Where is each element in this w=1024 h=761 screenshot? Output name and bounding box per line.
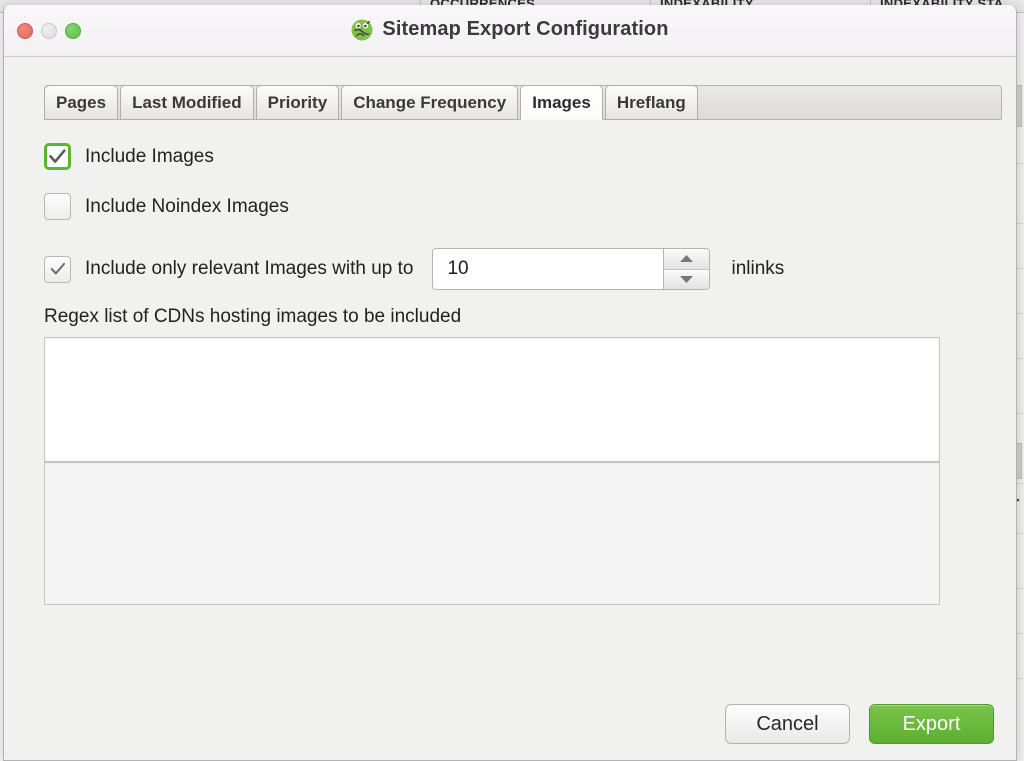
tab-pages[interactable]: Pages [44,85,119,120]
checkmark-icon [47,146,68,167]
include-relevant-images-row: Include only relevant Images with up to [44,248,784,290]
window-controls [17,23,81,39]
dialog-titlebar: Sitemap Export Configuration [4,5,1016,57]
include-relevant-images-checkbox[interactable] [44,255,71,283]
spinner-increment-button[interactable] [664,249,710,269]
tab-label: Hreflang [616,92,686,112]
regex-cdn-preview-container[interactable] [44,462,940,605]
regex-cdn-preview-textarea[interactable] [45,463,939,604]
tab-bar: Pages Last Modified Priority Change Freq… [44,84,1002,120]
frog-icon [351,19,373,41]
checkmark-icon [45,257,70,282]
dialog-title-group: Sitemap Export Configuration [4,18,1016,41]
tab-change-frequency[interactable]: Change Frequency [341,85,519,120]
include-noindex-images-row: Include Noindex Images [44,193,289,220]
tab-last-modified[interactable]: Last Modified [120,85,254,120]
tab-list: Pages Last Modified Priority Change Freq… [44,84,1002,120]
tab-label: Priority [267,92,328,112]
spinner-decrement-button[interactable] [664,268,710,289]
dialog-footer: Cancel Export [725,704,994,744]
cancel-button[interactable]: Cancel [725,704,850,744]
images-tab-panel: Include Images Include Noindex Images In… [44,119,1002,679]
inlinks-input[interactable] [433,249,664,289]
include-relevant-images-label: Include only relevant Images with up to [85,258,414,279]
regex-cdn-textarea-container[interactable] [44,337,940,462]
regex-cdn-textarea[interactable] [45,338,939,461]
export-button[interactable]: Export [869,704,994,744]
tab-label: Images [532,92,591,112]
tab-images[interactable]: Images [520,85,603,120]
tab-hreflang[interactable]: Hreflang [604,85,698,120]
inlinks-spinner[interactable] [432,248,711,290]
tab-priority[interactable]: Priority [255,85,340,120]
tab-label: Last Modified [132,92,242,112]
close-button[interactable] [17,23,33,39]
include-noindex-images-label: Include Noindex Images [85,195,289,217]
dialog-title: Sitemap Export Configuration [382,18,669,40]
include-images-label: Include Images [85,145,214,167]
sitemap-export-configuration-dialog: Sitemap Export Configuration Pages Last … [3,5,1017,761]
spinner-buttons [663,249,710,289]
include-images-row: Include Images [44,143,214,170]
regex-cdn-label: Regex list of CDNs hosting images to be … [44,306,462,327]
include-noindex-images-checkbox[interactable] [44,193,71,220]
include-images-checkbox[interactable] [44,143,71,170]
minimize-button[interactable] [41,23,57,39]
tab-label: Pages [56,92,107,112]
maximize-button[interactable] [65,23,81,39]
tab-label: Change Frequency [353,92,507,112]
inlinks-unit-label: inlinks [731,258,785,279]
